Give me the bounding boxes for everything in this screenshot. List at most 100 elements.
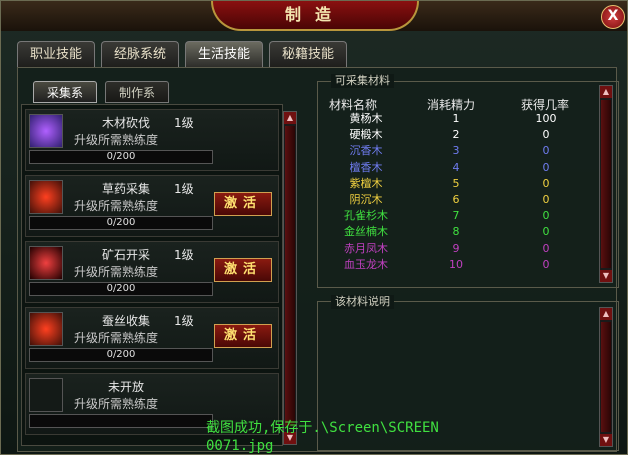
scroll-thumb[interactable] [285,126,295,426]
skill-list-scrollbar[interactable]: ▲ ▼ [283,111,297,445]
material-energy-cost: 5 [452,176,460,190]
silk-collecting-icon [29,312,63,346]
description-scrollbar[interactable]: ▲ ▼ [599,307,613,447]
material-name: 阴沉木 [349,193,383,206]
activate-button[interactable]: 激活 [214,324,272,348]
material-drop-rate: 0 [542,241,550,255]
material-row[interactable]: 沉香木 3 0 [321,143,591,158]
skill-requirement: 升级所需熟练度 [74,199,159,213]
skill-level: 1级 [174,116,194,130]
skill-name: 草药采集 [101,182,150,196]
activate-button[interactable]: 激活 [214,192,272,216]
skill-list: 木材砍伐 1级 升级所需熟练度 0/200 草药采集 1级 升级所需熟练度 0/… [21,104,283,446]
material-name: 赤月凤木 [344,241,388,255]
screenshot-notice-line2: 0071.jpg [206,438,274,454]
material-energy-cost: 4 [452,160,460,174]
material-drop-rate: 0 [542,144,550,158]
material-row[interactable]: 阴沉木 6 0 [321,192,591,207]
material-name: 紫檀木 [349,176,383,190]
tab-meridian-system[interactable]: 经脉系统 [101,41,179,67]
skill-level: 1级 [174,314,194,328]
material-row[interactable]: 黄杨木 1 100 [321,111,591,126]
material-energy-cost: 9 [452,241,460,255]
material-name: 血玉龙木 [344,257,388,271]
proficiency-bar [29,414,213,428]
skill-requirement: 升级所需熟练度 [74,265,159,279]
title-plate: 制造 [211,1,419,31]
material-drop-rate: 0 [542,209,550,223]
skill-level: 1级 [174,182,194,196]
material-name: 金丝楠木 [344,225,388,239]
herb-gathering-icon [29,180,63,214]
material-drop-rate: 0 [542,257,550,271]
tab-secret-skills[interactable]: 秘籍技能 [269,41,347,67]
material-drop-rate: 0 [542,225,550,239]
skill-item-mining[interactable]: 矿石开采 1级 升级所需熟练度 0/200 激活 [25,241,279,303]
scroll-up-icon[interactable]: ▲ [600,308,612,320]
skill-item-herb-gathering[interactable]: 草药采集 1级 升级所需熟练度 0/200 激活 [25,175,279,237]
material-energy-cost: 10 [449,257,463,271]
proficiency-bar: 0/200 [29,216,213,230]
material-drop-rate: 100 [535,112,557,125]
material-row[interactable]: 硬椴木 2 0 [321,127,591,142]
material-row[interactable]: 金丝楠木 8 0 [321,224,591,239]
skill-requirement: 升级所需熟练度 [74,331,159,345]
screenshot-notice: 截图成功,保存于.\Screen\SCREEN 0071.jpg [206,419,439,455]
scroll-thumb[interactable] [601,100,611,268]
material-name: 沉香木 [349,144,383,158]
skill-item-woodcutting[interactable]: 木材砍伐 1级 升级所需熟练度 0/200 [25,109,279,171]
material-row[interactable]: 孔雀杉木 7 0 [321,208,591,223]
material-name: 硬椴木 [349,128,383,142]
proficiency-bar: 0/200 [29,348,213,362]
proficiency-bar: 0/200 [29,150,213,164]
material-drop-rate: 0 [542,176,550,190]
skill-name: 未开放 [107,380,144,394]
close-button[interactable]: X [601,5,625,29]
proficiency-text: 0/200 [106,217,136,228]
proficiency-text: 0/200 [106,151,136,162]
mining-icon [29,246,63,280]
subtab-gathering[interactable]: 采集系 [33,81,97,103]
material-name: 孔雀杉木 [344,209,388,223]
subtab-crafting[interactable]: 制作系 [105,81,169,103]
activate-button[interactable]: 激活 [214,258,272,282]
material-name: 黄杨木 [349,112,383,125]
material-energy-cost: 6 [452,193,460,206]
material-row[interactable]: 血玉龙木 10 0 [321,257,591,272]
material-energy-cost: 7 [452,209,460,223]
material-row[interactable]: 檀香木 4 0 [321,160,591,175]
tab-profession-skills[interactable]: 职业技能 [17,41,95,67]
material-name: 檀香木 [349,160,383,174]
scroll-down-icon[interactable]: ▼ [600,434,612,446]
material-energy-cost: 8 [452,225,460,239]
scroll-up-icon[interactable]: ▲ [284,112,296,124]
materials-scrollbar[interactable]: ▲ ▼ [599,85,613,283]
scroll-thumb[interactable] [601,322,611,432]
woodcutting-icon [29,114,63,148]
skill-name: 矿石开采 [101,248,150,262]
materials-title: 可采集材料 [331,74,394,88]
material-row[interactable]: 紫檀木 5 0 [321,176,591,191]
screenshot-notice-line1: 截图成功,保存于.\Screen\SCREEN [206,420,439,436]
scroll-down-icon[interactable]: ▼ [600,270,612,282]
material-energy-cost: 2 [452,128,460,142]
description-title: 该材料说明 [331,295,394,309]
skill-name: 蚕丝收集 [101,314,150,328]
scroll-up-icon[interactable]: ▲ [600,86,612,98]
material-drop-rate: 0 [542,160,550,174]
tab-life-skills[interactable]: 生活技能 [185,41,263,67]
material-drop-rate: 0 [542,128,550,142]
skill-requirement: 升级所需熟练度 [74,133,159,147]
skill-item-silk-collecting[interactable]: 蚕丝收集 1级 升级所需熟练度 0/200 激活 [25,307,279,369]
material-row[interactable]: 赤月凤木 9 0 [321,241,591,256]
skill-name: 木材砍伐 [101,116,150,130]
skill-level: 1级 [174,248,194,262]
skill-requirement: 升级所需熟练度 [74,397,159,411]
crafting-window: 制造 X 职业技能 经脉系统 生活技能 秘籍技能 采集系 制作系 木材砍伐 1级… [0,0,628,455]
locked-slot-icon [29,378,63,412]
material-energy-cost: 1 [452,112,460,125]
proficiency-text: 0/200 [106,283,136,294]
proficiency-text: 0/200 [106,349,136,360]
proficiency-bar: 0/200 [29,282,213,296]
window-title: 制造 [284,5,345,24]
